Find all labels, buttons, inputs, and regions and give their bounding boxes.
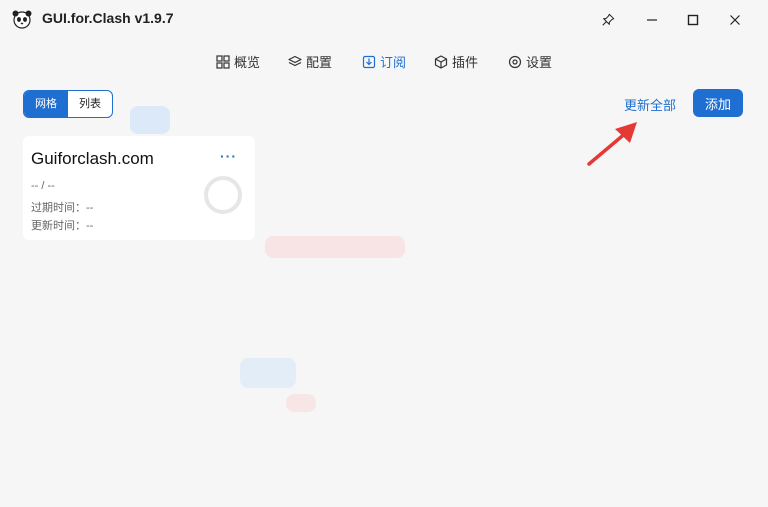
loading-spinner-icon xyxy=(204,176,242,214)
update-all-button[interactable]: 更新全部 xyxy=(624,95,676,114)
background-ghost xyxy=(265,236,405,258)
subscription-name: Guiforclash.com xyxy=(31,149,154,168)
nav-label: 插件 xyxy=(452,55,479,70)
subscription-card[interactable]: Guiforclash.com ··· -- / -- 过期时间：-- 更新时间… xyxy=(23,136,255,240)
close-button[interactable] xyxy=(722,8,748,32)
grid-view-button[interactable]: 网格 xyxy=(24,91,68,117)
maximize-icon xyxy=(687,14,699,26)
settings-icon xyxy=(508,55,522,68)
title-bar: GUI.for.Clash v1.9.7 xyxy=(0,0,768,40)
pin-icon xyxy=(602,13,615,26)
close-icon xyxy=(730,15,740,25)
update-time: 更新时间：-- xyxy=(31,220,94,232)
background-ghost xyxy=(240,358,296,388)
nav-item-profiles[interactable]: 配置 xyxy=(288,52,332,71)
traffic-usage: -- / -- xyxy=(31,180,55,192)
view-toggle: 网格 列表 xyxy=(23,90,113,118)
cube-icon xyxy=(434,54,448,69)
layers-icon xyxy=(288,55,302,66)
add-button[interactable]: 添加 xyxy=(693,89,743,117)
main-nav: 概览 配置 订阅 插件 设置 xyxy=(0,52,768,74)
list-view-button[interactable]: 列表 xyxy=(68,91,112,117)
app-title: GUI.for.Clash v1.9.7 xyxy=(42,10,174,26)
nav-label: 订阅 xyxy=(380,55,407,70)
background-ghost xyxy=(130,106,170,134)
nav-item-settings[interactable]: 设置 xyxy=(508,52,552,71)
expire-time: 过期时间：-- xyxy=(31,202,94,214)
nav-label: 概览 xyxy=(234,55,261,70)
background-ghost xyxy=(286,394,316,412)
minimize-icon xyxy=(647,19,657,21)
more-options-icon[interactable]: ··· xyxy=(220,148,237,164)
panda-icon xyxy=(12,10,32,29)
nav-item-subscriptions[interactable]: 订阅 xyxy=(362,52,406,71)
grid-icon xyxy=(216,54,230,69)
annotation-arrow xyxy=(587,122,637,166)
minimize-button[interactable] xyxy=(639,8,665,32)
maximize-button[interactable] xyxy=(680,8,706,32)
nav-item-plugins[interactable]: 插件 xyxy=(434,52,478,71)
subscribe-icon xyxy=(362,55,376,68)
nav-item-overview[interactable]: 概览 xyxy=(216,52,260,71)
nav-label: 设置 xyxy=(526,55,553,70)
pin-button[interactable] xyxy=(595,8,621,32)
nav-label: 配置 xyxy=(306,55,333,70)
